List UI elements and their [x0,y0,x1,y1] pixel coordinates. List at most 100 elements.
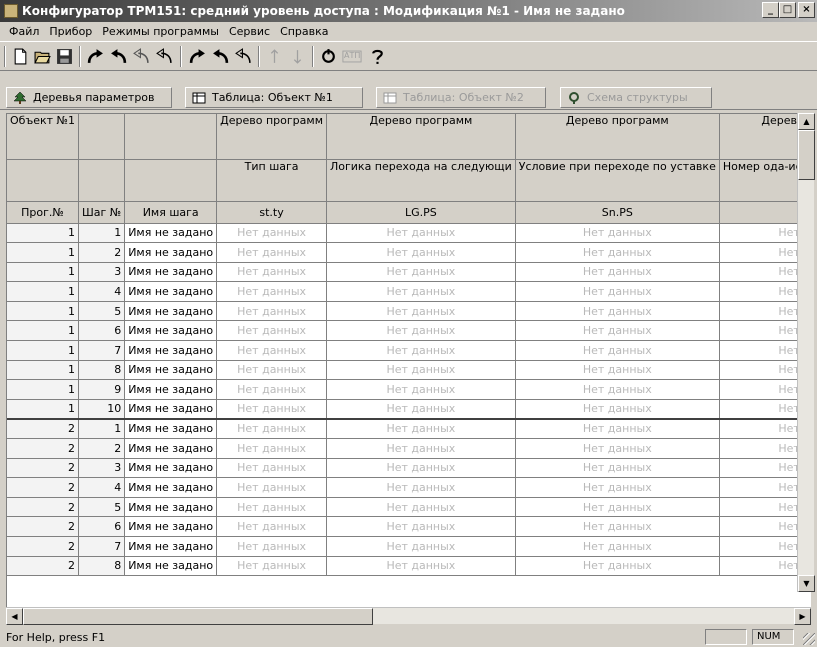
step-name-cell[interactable]: Имя не задано [124,281,218,302]
undo-back-icon[interactable] [209,45,232,68]
program-number-cell[interactable]: 2 [7,536,79,557]
no-data-cell[interactable]: Нет данных [326,262,516,283]
step-number-cell[interactable]: 3 [78,262,126,283]
resize-grip[interactable] [803,633,815,645]
column-group-header[interactable]: Дерево программ [515,114,720,160]
no-data-cell[interactable]: Нет данных [216,360,327,381]
no-data-cell[interactable]: Нет данных [326,516,516,537]
no-data-cell[interactable]: Нет данных [515,360,720,381]
program-number-cell[interactable]: 1 [7,223,79,244]
scroll-left-button[interactable]: ◀ [6,608,23,625]
no-data-cell[interactable]: Нет данных [216,379,327,400]
no-data-cell[interactable]: Нет данных [216,281,327,302]
program-number-cell[interactable]: 2 [7,458,79,479]
undo-all-icon[interactable] [130,45,153,68]
no-data-cell[interactable]: Нет данных [216,417,327,440]
no-data-cell[interactable]: Нет данных [326,301,516,322]
no-data-cell[interactable]: Нет данных [515,301,720,322]
no-data-cell[interactable]: Нет данных [515,320,720,342]
scroll-right-button[interactable]: ▶ [794,608,811,625]
no-data-cell[interactable]: Нет данных [216,242,327,263]
step-number-cell[interactable]: 10 [78,399,126,420]
no-data-cell[interactable]: Нет данных [216,516,327,537]
menu-file[interactable]: Файл [4,25,44,38]
open-folder-icon[interactable] [31,45,54,68]
program-number-cell[interactable]: 2 [7,477,79,498]
no-data-cell[interactable]: Нет данных [326,379,516,400]
step-number-cell[interactable]: 2 [78,438,126,459]
new-file-icon[interactable] [9,45,32,68]
no-data-cell[interactable]: Нет данных [326,438,516,459]
save-disk-icon[interactable] [53,45,76,68]
step-name-cell[interactable]: Имя не задано [124,340,218,361]
column-title-header[interactable]: Тип шага [216,159,327,202]
no-data-cell[interactable]: Нет данных [515,556,720,577]
step-name-cell[interactable]: Имя не задано [124,379,218,400]
column-title-header[interactable]: Условие при переходе по уставке [515,159,720,202]
step-number-cell[interactable]: 5 [78,497,126,518]
no-data-cell[interactable]: Нет данных [515,477,720,498]
no-data-cell[interactable]: Нет данных [216,301,327,322]
column-group-header[interactable]: Дерево программ [216,114,327,160]
redo-all-icon[interactable] [186,45,209,68]
step-name-cell[interactable]: Имя не задано [124,360,218,381]
program-number-cell[interactable]: 1 [7,399,79,420]
undo-icon[interactable] [107,45,130,68]
arrow-up-icon[interactable] [263,45,286,68]
no-data-cell[interactable]: Нет данных [515,242,720,263]
no-data-cell[interactable]: Нет данных [216,320,327,342]
step-name-cell[interactable]: Имя не задано [124,516,218,537]
step-number-cell[interactable]: 8 [78,360,126,381]
no-data-cell[interactable]: Нет данных [515,399,720,420]
step-name-cell[interactable]: Имя не задано [124,301,218,322]
step-number-cell[interactable]: 1 [78,223,126,244]
step-number-cell[interactable]: 6 [78,516,126,537]
step-name-cell[interactable]: Имя не задано [124,417,218,440]
undo-step-icon[interactable] [153,45,176,68]
step-number-cell[interactable]: 5 [78,301,126,322]
horizontal-scroll-thumb[interactable] [23,608,373,625]
no-data-cell[interactable]: Нет данных [326,399,516,420]
step-name-cell[interactable]: Имя не задано [124,320,218,342]
no-data-cell[interactable]: Нет данных [515,438,720,459]
no-data-cell[interactable]: Нет данных [326,223,516,244]
program-number-cell[interactable]: 1 [7,379,79,400]
no-data-cell[interactable]: Нет данных [326,320,516,342]
program-number-cell[interactable]: 2 [7,497,79,518]
refresh-icon[interactable] [317,45,340,68]
no-data-cell[interactable]: Нет данных [515,536,720,557]
no-data-cell[interactable]: Нет данных [515,516,720,537]
step-name-cell[interactable]: Имя не задано [124,262,218,283]
vertical-scrollbar[interactable]: ▲ ▼ [797,113,815,592]
no-data-cell[interactable]: Нет данных [326,360,516,381]
step-name-cell[interactable]: Имя не задано [124,556,218,577]
tab-table-object-1[interactable]: Таблица: Объект №1 [185,87,363,108]
program-number-cell[interactable]: 1 [7,320,79,342]
no-data-cell[interactable]: Нет данных [216,477,327,498]
step-number-cell[interactable]: 2 [78,242,126,263]
step-number-cell[interactable]: 4 [78,477,126,498]
program-number-cell[interactable]: 1 [7,242,79,263]
no-data-cell[interactable]: Нет данных [216,399,327,420]
scroll-up-button[interactable]: ▲ [798,113,815,130]
step-name-cell[interactable]: Имя не задано [124,458,218,479]
no-data-cell[interactable]: Нет данных [326,556,516,577]
column-code-header[interactable]: LG.PS [326,201,516,224]
program-number-cell[interactable]: 1 [7,301,79,322]
no-data-cell[interactable]: Нет данных [216,223,327,244]
program-number-cell[interactable]: 2 [7,438,79,459]
step-name-cell[interactable]: Имя не задано [124,477,218,498]
tab-structure-scheme[interactable]: Схема структуры [560,87,712,108]
program-number-cell[interactable]: 1 [7,360,79,381]
scroll-down-button[interactable]: ▼ [798,575,815,592]
no-data-cell[interactable]: Нет данных [326,417,516,440]
vertical-scroll-thumb[interactable] [798,130,815,180]
minimize-button[interactable]: _ [762,2,779,18]
no-data-cell[interactable]: Нет данных [216,497,327,518]
step-name-cell[interactable]: Имя не задано [124,438,218,459]
step-number-header[interactable]: Шаг № [78,201,126,224]
no-data-cell[interactable]: Нет данных [216,262,327,283]
step-number-cell[interactable]: 1 [78,417,126,440]
redo-icon[interactable] [84,45,107,68]
no-data-cell[interactable]: Нет данных [515,281,720,302]
